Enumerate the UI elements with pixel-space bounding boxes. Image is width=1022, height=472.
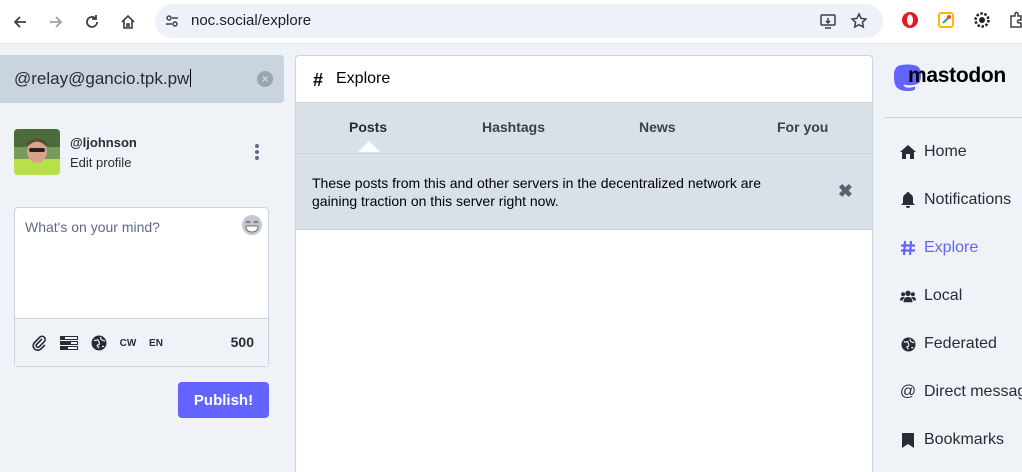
search-value: @relay@gancio.tpk.pw (14, 69, 190, 88)
avatar[interactable] (14, 129, 60, 175)
install-app-icon[interactable] (817, 10, 839, 32)
house-icon (121, 14, 135, 29)
compose-toolbar: CW EN 500 (15, 318, 268, 366)
color-picker-extension-icon[interactable] (935, 9, 957, 31)
nav-item-federated[interactable]: Federated (900, 332, 997, 356)
attach-media-button[interactable] (29, 333, 49, 353)
nav-label-local: Local (924, 287, 963, 304)
tab-posts[interactable]: Posts (349, 119, 387, 135)
search-input[interactable]: @relay@gancio.tpk.pw × (0, 55, 284, 103)
clear-search-icon[interactable]: × (257, 71, 273, 87)
nav-label-explore: Explore (924, 239, 979, 256)
poll-icon (60, 336, 78, 350)
gear-extension-icon[interactable] (971, 9, 993, 31)
nav-item-home[interactable]: Home (900, 140, 967, 164)
dismissable-banner: These posts from this and other servers … (295, 153, 873, 230)
page-title: Explore (336, 70, 391, 87)
nav-label-direct-messages: Direct messages (924, 383, 1022, 400)
publish-button[interactable]: Publish! (178, 382, 269, 418)
account-menu-button[interactable] (252, 142, 262, 162)
tab-news[interactable]: News (639, 119, 676, 135)
nav-label-federated: Federated (924, 335, 997, 352)
arrow-right-icon (50, 16, 63, 28)
language-button[interactable]: EN (146, 333, 166, 353)
users-icon (900, 288, 916, 304)
mastodon-logo[interactable]: mastodon (893, 64, 1022, 96)
banner-text: These posts from this and other servers … (312, 175, 761, 209)
kebab-dot (255, 144, 259, 148)
nav-item-explore[interactable]: Explore (900, 236, 978, 260)
site-settings-icon[interactable] (161, 10, 183, 32)
compose-form: What's on your mind? CW EN 500 (14, 207, 269, 367)
nav-item-direct-messages[interactable]: @ Direct messages (900, 380, 1022, 404)
nav-label-notifications: Notifications (924, 191, 1012, 208)
kebab-dot (255, 150, 259, 154)
cw-label: CW (119, 337, 137, 349)
nav-item-local[interactable]: Local (900, 284, 962, 308)
emoji-picker-icon[interactable] (241, 214, 263, 236)
nav-divider (884, 117, 1022, 118)
bell-icon (900, 192, 916, 208)
browser-toolbar: noc.social/explore (0, 0, 1022, 44)
opera-extension-icon[interactable] (899, 9, 921, 31)
nav-item-notifications[interactable]: Notifications (900, 188, 1011, 212)
active-tab-indicator (358, 141, 380, 152)
back-button[interactable] (6, 8, 34, 36)
hashtag-icon: # (313, 70, 324, 90)
reload-button[interactable] (78, 8, 106, 36)
extensions-puzzle-icon[interactable] (1005, 9, 1022, 31)
tab-for-you[interactable]: For you (777, 119, 828, 135)
explore-tabs: Posts Hashtags News For you (295, 103, 873, 153)
nav-item-bookmarks[interactable]: Bookmarks (900, 428, 1004, 452)
address-bar[interactable]: noc.social/explore (155, 4, 883, 38)
column-header: # Explore (295, 55, 873, 103)
globe-icon (900, 336, 916, 352)
compose-textarea[interactable]: What's on your mind? (25, 219, 160, 235)
bookmark-icon (900, 432, 916, 448)
nav-label-bookmarks: Bookmarks (924, 431, 1005, 448)
home-icon (900, 144, 916, 160)
content-warning-button[interactable]: CW (118, 333, 138, 353)
globe-icon (91, 335, 107, 351)
arrow-left-icon (13, 16, 26, 28)
kebab-dot (255, 156, 259, 160)
edit-profile-link[interactable]: Edit profile (70, 155, 131, 170)
brand-name: mastodon (908, 64, 1006, 87)
text-caret (190, 69, 192, 87)
paperclip-icon (32, 335, 46, 351)
url-text: noc.social/explore (191, 12, 312, 29)
visibility-button[interactable] (89, 333, 109, 353)
reload-icon (86, 15, 98, 28)
poll-button[interactable] (58, 333, 80, 353)
bookmark-star-icon[interactable] (848, 10, 870, 32)
account-handle[interactable]: @ljohnson (70, 135, 137, 150)
character-counter: 500 (230, 334, 254, 350)
language-label: EN (149, 337, 163, 349)
at-icon: @ (899, 383, 917, 400)
nav-label-home: Home (924, 143, 967, 160)
close-icon[interactable]: ✖ (838, 182, 853, 200)
forward-button[interactable] (42, 8, 70, 36)
timeline-body (295, 230, 873, 472)
home-browser-button[interactable] (114, 8, 142, 36)
hashtag-icon (900, 240, 916, 256)
tab-hashtags[interactable]: Hashtags (482, 119, 545, 135)
